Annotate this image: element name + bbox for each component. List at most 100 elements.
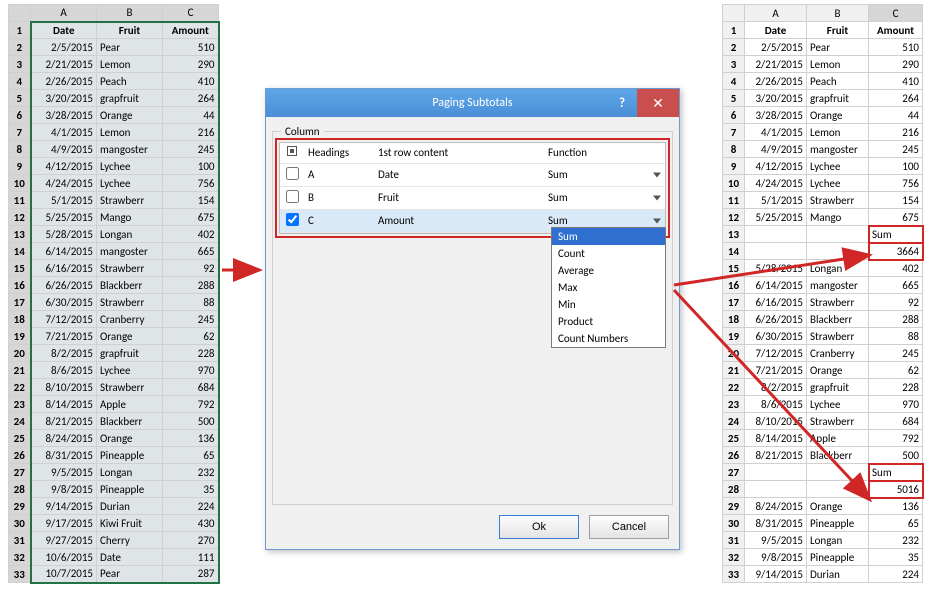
date-cell[interactable]: 4/9/2015	[31, 141, 97, 158]
function-option[interactable]: Sum	[552, 228, 665, 245]
row-header[interactable]: 13	[9, 226, 31, 243]
fruit-cell[interactable]: Lemon	[97, 124, 163, 141]
date-cell[interactable]: 6/16/2015	[31, 260, 97, 277]
amount-cell[interactable]: 136	[163, 430, 219, 447]
col-header-B[interactable]: B	[807, 5, 869, 22]
checkbox-header[interactable]	[280, 143, 304, 163]
fruit-cell[interactable]: Blackberr	[97, 413, 163, 430]
fruit-cell[interactable]: Date	[97, 549, 163, 566]
date-cell[interactable]: 9/5/2015	[31, 464, 97, 481]
help-icon[interactable]: ?	[607, 89, 637, 117]
date-cell[interactable]: 3/20/2015	[31, 90, 97, 107]
fruit-cell[interactable]: Lemon	[807, 56, 869, 73]
include-checkbox[interactable]	[286, 167, 299, 180]
row-header[interactable]: 5	[9, 90, 31, 107]
date-cell[interactable]: 8/10/2015	[745, 413, 807, 430]
col-header-C[interactable]: C	[163, 5, 219, 22]
date-cell[interactable]: 8/2/2015	[745, 379, 807, 396]
date-cell[interactable]: 8/6/2015	[745, 396, 807, 413]
header-fruit[interactable]: Fruit	[97, 22, 163, 39]
date-cell[interactable]: 8/14/2015	[745, 430, 807, 447]
amount-cell[interactable]: 792	[163, 396, 219, 413]
amount-cell[interactable]: 756	[163, 175, 219, 192]
row-header[interactable]: 21	[9, 362, 31, 379]
amount-cell[interactable]: 35	[869, 549, 923, 566]
row-header[interactable]: 20	[9, 345, 31, 362]
row-header[interactable]: 22	[723, 379, 745, 396]
cancel-button[interactable]: Cancel	[589, 515, 669, 539]
date-cell[interactable]: 9/27/2015	[31, 532, 97, 549]
fruit-cell[interactable]: mangoster	[807, 141, 869, 158]
amount-cell[interactable]: 136	[869, 498, 923, 515]
date-cell[interactable]: 10/6/2015	[31, 549, 97, 566]
fruit-cell[interactable]: Blackberr	[97, 277, 163, 294]
row-header[interactable]: 5	[723, 90, 745, 107]
date-cell[interactable]: 8/31/2015	[31, 447, 97, 464]
amount-cell[interactable]: 245	[869, 141, 923, 158]
date-cell[interactable]: 4/9/2015	[745, 141, 807, 158]
amount-cell[interactable]: 410	[163, 73, 219, 90]
content-cell[interactable]: Amount	[374, 209, 544, 232]
fruit-cell[interactable]: Pineapple	[807, 549, 869, 566]
row-header[interactable]: 29	[9, 498, 31, 515]
date-cell[interactable]: 4/1/2015	[31, 124, 97, 141]
row-header[interactable]: 4	[723, 73, 745, 90]
row-header[interactable]: 33	[723, 566, 745, 583]
date-cell[interactable]: 4/24/2015	[31, 175, 97, 192]
col-header-B[interactable]: B	[97, 5, 163, 22]
fruit-cell[interactable]: Pear	[807, 39, 869, 56]
date-cell[interactable]: 4/1/2015	[745, 124, 807, 141]
row-header[interactable]: 11	[723, 192, 745, 209]
row-header[interactable]: 18	[9, 311, 31, 328]
fruit-cell[interactable]: Pineapple	[97, 447, 163, 464]
function-option[interactable]: Average	[552, 262, 665, 279]
fruit-cell[interactable]: Lemon	[97, 56, 163, 73]
date-cell[interactable]	[745, 481, 807, 498]
function-option[interactable]: Min	[552, 296, 665, 313]
amount-cell[interactable]: 100	[163, 158, 219, 175]
fruit-cell[interactable]: Strawberr	[807, 294, 869, 311]
date-cell[interactable]: 4/24/2015	[745, 175, 807, 192]
amount-cell[interactable]: 792	[869, 430, 923, 447]
amount-cell[interactable]: 970	[869, 396, 923, 413]
row-header[interactable]: 32	[723, 549, 745, 566]
fruit-cell[interactable]: Blackberr	[807, 447, 869, 464]
header-date[interactable]: Date	[31, 22, 97, 39]
fruit-cell[interactable]: mangoster	[97, 243, 163, 260]
header-amount[interactable]: Amount	[163, 22, 219, 39]
fruit-cell[interactable]: Orange	[97, 107, 163, 124]
date-cell[interactable]: 6/14/2015	[745, 277, 807, 294]
date-cell[interactable]: 10/7/2015	[31, 566, 97, 583]
amount-cell[interactable]: 665	[869, 277, 923, 294]
row-header[interactable]: 13	[723, 226, 745, 243]
date-cell[interactable]: 5/25/2015	[745, 209, 807, 226]
fruit-cell[interactable]	[807, 243, 869, 260]
close-icon[interactable]: ✕	[637, 89, 679, 117]
header-fruit[interactable]: Fruit	[807, 22, 869, 39]
function-select[interactable]: Sum	[544, 186, 665, 209]
row-header[interactable]: 23	[723, 396, 745, 413]
amount-cell[interactable]: 270	[163, 532, 219, 549]
header-date[interactable]: Date	[745, 22, 807, 39]
fruit-cell[interactable]: Longan	[807, 532, 869, 549]
fruit-cell[interactable]: Longan	[97, 464, 163, 481]
row-header[interactable]: 26	[9, 447, 31, 464]
date-cell[interactable]: 8/24/2015	[745, 498, 807, 515]
include-checkbox[interactable]	[286, 190, 299, 203]
amount-cell[interactable]: 264	[163, 90, 219, 107]
amount-cell[interactable]: 684	[163, 379, 219, 396]
amount-cell[interactable]: 65	[869, 515, 923, 532]
fruit-cell[interactable]: Pear	[97, 39, 163, 56]
amount-cell[interactable]: 290	[163, 56, 219, 73]
amount-cell[interactable]: 35	[163, 481, 219, 498]
headings-header[interactable]: Headings	[304, 143, 374, 163]
amount-cell[interactable]: 500	[163, 413, 219, 430]
amount-cell[interactable]: 245	[163, 311, 219, 328]
fruit-cell[interactable]: Strawberr	[807, 413, 869, 430]
row-header[interactable]: 32	[9, 549, 31, 566]
amount-cell[interactable]: 288	[869, 311, 923, 328]
date-cell[interactable]: 5/28/2015	[745, 260, 807, 277]
date-cell[interactable]: 5/28/2015	[31, 226, 97, 243]
fruit-cell[interactable]: Lychee	[97, 158, 163, 175]
row-header[interactable]: 27	[723, 464, 745, 481]
